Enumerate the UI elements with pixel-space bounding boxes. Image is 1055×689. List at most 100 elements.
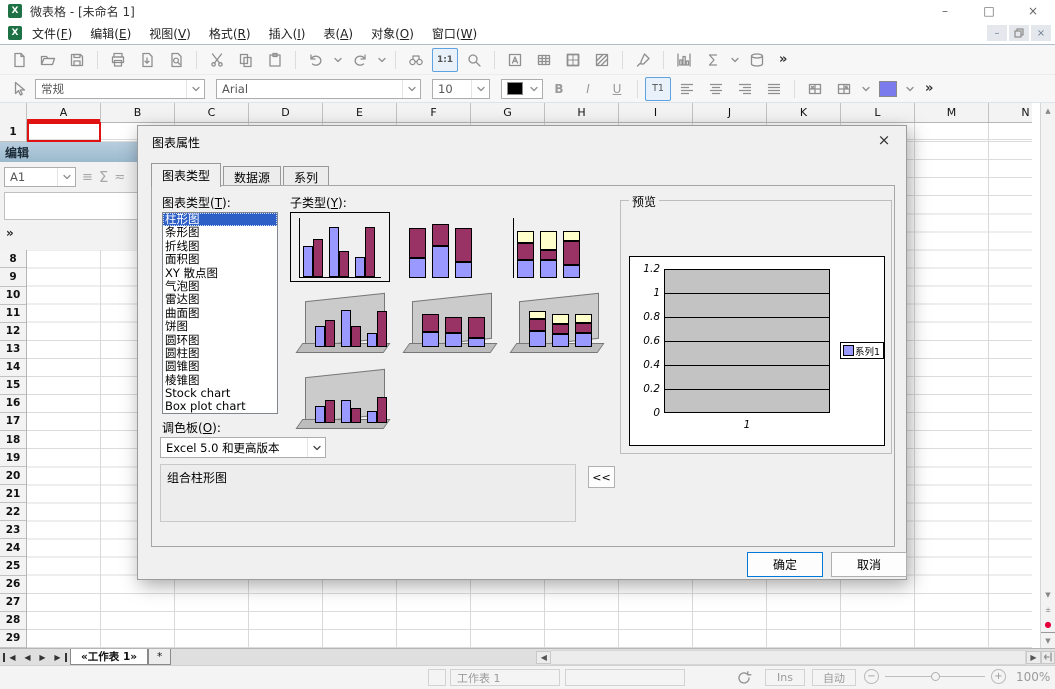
dialog-close-button[interactable]: × [875, 131, 893, 149]
column-header-A[interactable]: A [27, 103, 101, 122]
fill-color-button[interactable] [875, 77, 901, 101]
zoom-level[interactable]: 100% [1016, 670, 1050, 684]
autosum-button[interactable] [700, 48, 726, 72]
column-header-I[interactable]: I [619, 103, 693, 122]
save-button[interactable] [64, 48, 90, 72]
last-sheet-button[interactable]: ▶ [50, 653, 67, 662]
menu-item-file[interactable]: 文件(F) [32, 25, 72, 42]
select-all-corner[interactable] [0, 103, 27, 122]
chart-type-radar[interactable]: 雷达图 [163, 293, 277, 306]
subtype-percent-stacked-column[interactable] [504, 212, 604, 282]
fill-pattern-button[interactable] [589, 48, 615, 72]
format-cells-button[interactable] [502, 48, 528, 72]
row-header-21[interactable]: 21 [0, 485, 26, 503]
font-color-select[interactable] [501, 79, 543, 99]
row-header-22[interactable]: 22 [0, 503, 26, 521]
export-pdf-button[interactable] [134, 48, 160, 72]
undo-dropdown[interactable] [332, 49, 344, 71]
insert-chart-button[interactable] [671, 48, 697, 72]
menu-item-window[interactable]: 窗口(W) [432, 25, 477, 42]
subtype-column-3d[interactable] [290, 370, 390, 434]
column-header-K[interactable]: K [767, 103, 841, 122]
row-header-18[interactable]: 18 [0, 431, 26, 449]
borders-button[interactable] [560, 48, 586, 72]
new-sheet-tab[interactable]: * [148, 649, 171, 665]
previous-sheet-button[interactable]: ◀ [20, 649, 35, 665]
subtype-clustered-column[interactable] [290, 212, 390, 282]
cancel-button[interactable]: 取消 [831, 552, 907, 577]
column-header-J[interactable]: J [693, 103, 767, 122]
pane-split-button[interactable] [1041, 651, 1055, 664]
zoom-slider[interactable] [885, 676, 985, 677]
open-button[interactable] [35, 48, 61, 72]
close-button[interactable]: × [1011, 0, 1055, 22]
bold-button[interactable]: B [546, 77, 572, 101]
column-header-N[interactable]: N [989, 103, 1032, 122]
print-button[interactable] [105, 48, 131, 72]
autosum-dropdown[interactable] [729, 49, 741, 71]
zoom-out-button[interactable]: − [864, 669, 879, 684]
cut-button[interactable] [204, 48, 230, 72]
mdi-close-button[interactable]: × [1031, 25, 1051, 41]
row-header-12[interactable]: 12 [0, 323, 26, 341]
align-center-button[interactable] [703, 77, 729, 101]
calc-mode-indicator[interactable]: 自动 [812, 669, 856, 686]
row-header-13[interactable]: 13 [0, 341, 26, 359]
chart-type-xy-scatter[interactable]: XY 散点图 [163, 267, 277, 280]
chart-type-bubble[interactable]: 气泡图 [163, 280, 277, 293]
vertical-scrollbar[interactable]: ▲ ▼ ± ● ▼ [1040, 103, 1055, 648]
subtype-stacked-column[interactable] [397, 212, 497, 282]
fill-color-dropdown[interactable] [904, 78, 916, 100]
name-box[interactable]: A1 [4, 167, 76, 187]
formula-input[interactable] [4, 192, 138, 220]
insert-mode-indicator[interactable]: Ins [765, 669, 805, 686]
menu-item-object[interactable]: 对象(O) [371, 25, 414, 42]
number-format-button[interactable] [802, 77, 828, 101]
sheet-tab-active[interactable]: «工作表 1» [70, 649, 148, 665]
dialog-tab-data-source[interactable]: 数据源 [223, 166, 281, 187]
dialog-tab-series[interactable]: 系列 [283, 166, 329, 187]
record-dot-icon[interactable]: ● [1041, 617, 1055, 632]
chart-type-column[interactable]: 柱形图 [163, 213, 277, 226]
horizontal-scrollbar-track[interactable] [551, 650, 1026, 665]
row-header-14[interactable]: 14 [0, 359, 26, 377]
chart-type-box-plot[interactable]: Box plot chart [163, 400, 277, 413]
database-button[interactable] [744, 48, 770, 72]
column-header-B[interactable]: B [101, 103, 175, 122]
function-icon[interactable]: ≂ [114, 170, 125, 185]
row-header-10[interactable]: 10 [0, 287, 26, 305]
collapse-dialog-button[interactable]: << [588, 466, 615, 488]
chart-type-stock[interactable]: Stock chart [163, 387, 277, 400]
row-header-16[interactable]: 16 [0, 395, 26, 413]
refresh-button[interactable] [736, 670, 752, 689]
currency-format-button[interactable] [831, 77, 857, 101]
row-header-29[interactable]: 29 [0, 630, 26, 648]
row-header-11[interactable]: 11 [0, 305, 26, 323]
align-right-button[interactable] [732, 77, 758, 101]
zoom-slider-handle[interactable] [931, 672, 940, 681]
subtype-clustered-column-3d[interactable] [290, 294, 390, 358]
zoom-in-button[interactable]: + [991, 669, 1006, 684]
row-header-20[interactable]: 20 [0, 467, 26, 485]
column-header-C[interactable]: C [175, 103, 249, 122]
subtype-percent-stacked-column-3d[interactable] [504, 294, 604, 358]
panel-expander-button[interactable]: » [6, 226, 14, 240]
redo-button[interactable] [347, 48, 373, 72]
row-header-28[interactable]: 28 [0, 612, 26, 630]
palette-select[interactable]: Excel 5.0 和更高版本 [160, 437, 326, 458]
column-header-G[interactable]: G [471, 103, 545, 122]
chart-type-donut[interactable]: 圆环图 [163, 334, 277, 347]
chart-type-area[interactable]: 面积图 [163, 253, 277, 266]
mdi-minimize-button[interactable]: – [987, 25, 1007, 41]
row-header-19[interactable]: 19 [0, 449, 26, 467]
sum-icon[interactable]: Σ [99, 168, 108, 186]
row-header-8[interactable]: 8 [0, 250, 26, 268]
hscroll-right-button[interactable]: ▶ [1026, 651, 1041, 664]
row-header-27[interactable]: 27 [0, 594, 26, 612]
hscroll-left-button[interactable]: ◀ [536, 651, 551, 664]
split-handle-icon[interactable]: ▼ [1041, 632, 1055, 648]
copy-button[interactable] [233, 48, 259, 72]
subtype-stacked-column-3d[interactable] [397, 294, 497, 358]
row-header-26[interactable]: 26 [0, 576, 26, 594]
font-select[interactable]: Arial [216, 79, 421, 99]
